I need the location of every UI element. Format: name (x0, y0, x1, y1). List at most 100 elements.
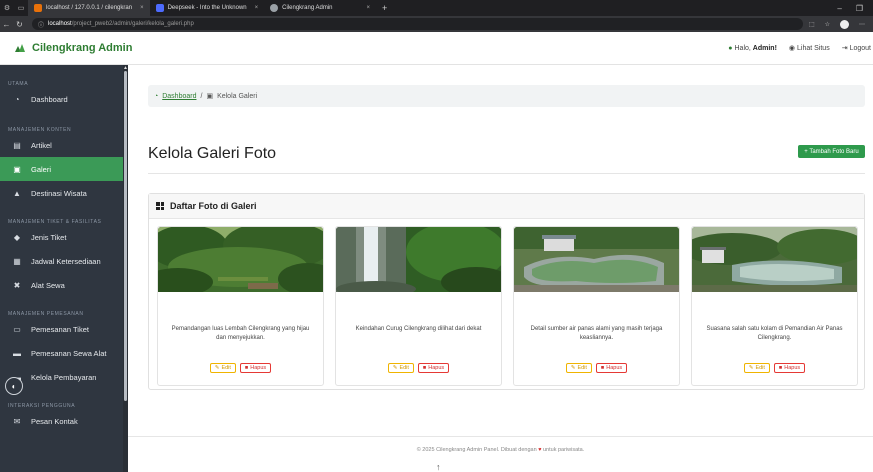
delete-label: Hapus (250, 365, 267, 371)
close-tab-icon[interactable]: × (367, 5, 371, 11)
sidebar-item-label: Artikel (31, 140, 52, 150)
edit-label: Edit (399, 365, 409, 371)
browser-menu-icon[interactable]: ⚙ (0, 4, 14, 12)
eye-icon: ◉ (788, 45, 796, 52)
profile-avatar-icon[interactable] (840, 19, 849, 29)
user-circle-icon: ● (728, 44, 733, 52)
page-title: Kelola Galeri Foto (148, 145, 277, 162)
footer-text: © 2025 Cilengkrang Admin Panel. Dibuat d… (416, 446, 537, 453)
reload-icon[interactable]: ↻ (13, 20, 26, 29)
edit-icon: ✎ (214, 365, 220, 371)
gallery-heading: Daftar Foto di Galeri (170, 201, 257, 211)
url-field[interactable]: ⓘ localhost/project_pweb2/admin/galeri/k… (32, 18, 803, 30)
logout-label: Logout (849, 45, 871, 52)
sidebar-item-dashboard[interactable]: ◔ Dashboard (0, 87, 128, 111)
sidebar-item-jadwal[interactable]: ▦ Jadwal Ketersediaan (0, 249, 128, 273)
new-tab-icon[interactable]: + (376, 3, 393, 13)
breadcrumb-separator: / (200, 92, 203, 100)
sidebar-item-galeri[interactable]: ▣ Galeri (0, 157, 128, 181)
heart-icon: ♥ (538, 446, 542, 453)
delete-button[interactable]: ■ Hapus (239, 363, 272, 373)
delete-button[interactable]: ■ Hapus (595, 363, 628, 373)
edit-icon: ✎ (392, 365, 398, 371)
view-site-link[interactable]: ◉ Lihat Situs (789, 44, 830, 52)
gallery-photo-card: Keindahan Curug Cilengkrang dilihat dari… (335, 226, 502, 386)
logout-link[interactable]: ⇥ Logout (842, 44, 871, 52)
sidebar-item-label: Pemesanan Sewa Alat (31, 348, 107, 358)
sidebar-item-label: Galeri (31, 164, 52, 174)
photo-caption: Pemandangan luas Lembah Cilengkrang yang… (171, 326, 310, 341)
delete-button[interactable]: ■ Hapus (773, 363, 806, 373)
sidebar-item-destinasi[interactable]: ▲ Destinasi Wisata (0, 181, 128, 205)
sidebar-section-pemesanan: MANAJEMEN PEMESANAN (8, 311, 84, 317)
photo-waterfall[interactable] (336, 227, 501, 292)
gauge-icon: ◔ (14, 94, 20, 104)
sidebar-item-artikel[interactable]: ▤ Artikel (0, 133, 128, 157)
tools-icon: ✖ (13, 280, 21, 290)
photo-hot-spring-pool[interactable] (514, 227, 679, 292)
bookmark-star-icon[interactable]: ☆ (825, 21, 830, 28)
more-menu-icon[interactable]: ⋯ (859, 21, 865, 28)
edit-button[interactable]: ✎ Edit (743, 363, 770, 373)
minimize-icon[interactable]: – (837, 4, 841, 13)
deepseek-favicon-icon (155, 4, 164, 12)
sidebar-section-konten: MANAJEMEN KONTEN (8, 127, 72, 133)
browser-tab-phpmyadmin[interactable]: localhost / 127.0.0.1 / cilengkran × (28, 0, 150, 16)
sidebar-item-pesan-kontak[interactable]: ✉ Pesan Kontak (0, 409, 128, 433)
url-host: localhost (48, 21, 72, 27)
sidebar: UTAMA ◔ Dashboard MANAJEMEN KONTEN ▤ Artik… (0, 65, 128, 472)
edit-button[interactable]: ✎ Edit (387, 363, 414, 373)
close-tab-icon[interactable]: × (140, 5, 144, 11)
gallery-card: Daftar Foto di Galeri Pemandangan luas L… (148, 193, 865, 390)
gallery-photo-card: Pemandangan luas Lembah Cilengkrang yang… (157, 226, 324, 386)
breadcrumb-dashboard-link[interactable]: Dashboard (162, 93, 196, 100)
chat-widget-icon[interactable]: ◐ (5, 377, 23, 395)
sidebar-toggle-icon[interactable]: ▭ (14, 4, 28, 12)
edit-button[interactable]: ✎ Edit (565, 363, 592, 373)
globe-favicon-icon (270, 4, 279, 12)
title-divider (148, 173, 865, 174)
add-photo-button[interactable]: + Tambah Foto Baru (798, 145, 865, 158)
site-info-icon[interactable]: ⓘ (38, 20, 44, 29)
sidebar-item-label: Pemesanan Tiket (31, 324, 89, 334)
trash-icon: ■ (600, 365, 605, 371)
sidebar-item-pemesanan-tiket[interactable]: ▭ Pemesanan Tiket (0, 317, 128, 341)
back-icon[interactable]: ← (0, 20, 13, 29)
envelope-icon: ✉ (13, 416, 21, 426)
delete-button[interactable]: ■ Hapus (417, 363, 450, 373)
brand[interactable]: Cilengkrang Admin (0, 42, 132, 54)
ticket-icon: ◆ (13, 232, 21, 242)
photo-caption: Keindahan Curug Cilengkrang dilihat dari… (355, 326, 482, 332)
edit-label: Edit (221, 365, 231, 371)
sidebar-item-pemesanan-sewa[interactable]: ▬ Pemesanan Sewa Alat (0, 341, 128, 365)
photo-hot-spring-pond[interactable] (692, 227, 857, 292)
browser-tab-deepseek[interactable]: Deepseek - Into the Unknown × (150, 0, 265, 16)
breadcrumb: ◔ Dashboard / ▣ Kelola Galeri (148, 85, 865, 107)
tree-icon (15, 44, 25, 52)
delete-label: Hapus (606, 365, 623, 371)
brand-name: Cilengkrang Admin (32, 42, 133, 54)
map-icon: ▲ (13, 188, 21, 198)
sidebar-item-alat-sewa[interactable]: ✖ Alat Sewa (0, 273, 128, 297)
url-path: /project_pweb2/admin/galeri/kelola_galer… (71, 21, 194, 27)
sidebar-item-jenis-tiket[interactable]: ◆ Jenis Tiket (0, 225, 128, 249)
sidebar-item-label: Dashboard (31, 94, 68, 104)
sidebar-item-label: Jadwal Ketersediaan (31, 256, 101, 266)
newspaper-icon: ▤ (13, 140, 21, 150)
edit-button[interactable]: ✎ Edit (209, 363, 236, 373)
photo-forest-valley[interactable] (158, 227, 323, 292)
browser-tab-admin[interactable]: Cilengkrang Admin × (264, 0, 376, 16)
greeting-user: Admin! (752, 44, 777, 52)
dashboard-icon: ◔ (154, 92, 159, 100)
receipt-icon: ▭ (13, 324, 21, 334)
delete-label: Hapus (784, 365, 801, 371)
browser-address-bar: ← ↻ ⓘ localhost/project_pweb2/admin/gale… (0, 16, 873, 32)
sidebar-scroll-thumb[interactable] (124, 71, 127, 401)
extensions-icon[interactable]: ⬚ (809, 21, 815, 28)
tab-title: Cilengkrang Admin (282, 5, 333, 11)
restore-icon[interactable]: ❐ (856, 4, 863, 13)
browser-tab-bar: ⚙ ▭ localhost / 127.0.0.1 / cilengkran ×… (0, 0, 873, 16)
close-tab-icon[interactable]: × (255, 5, 259, 11)
grid-icon (156, 202, 164, 210)
footer-text-end: untuk pariwisata. (543, 446, 585, 453)
